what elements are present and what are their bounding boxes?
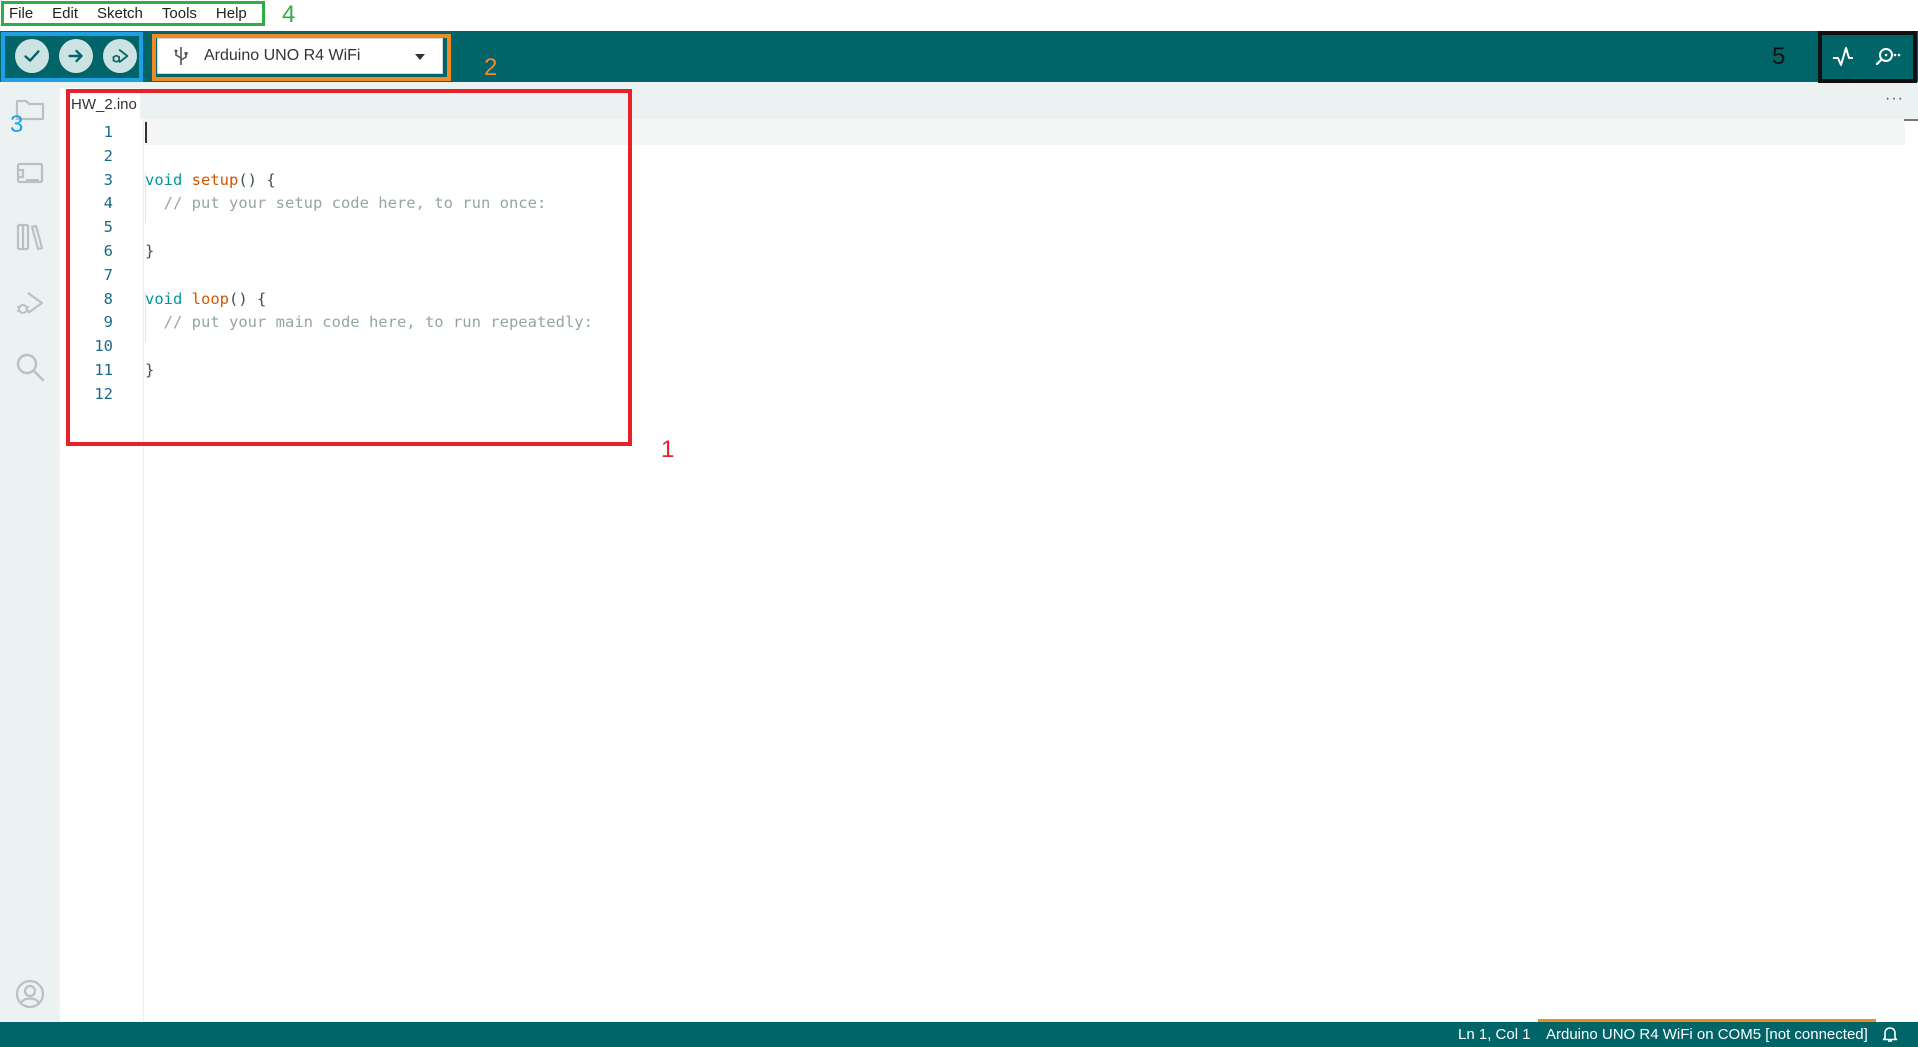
code-line[interactable]: 6} [60, 239, 1860, 263]
code-text: // put your main code here, to run repea… [145, 313, 593, 331]
line-number: 5 [103, 218, 113, 237]
code-token: // put your main code here, to run repea… [163, 313, 593, 332]
code-token: } [145, 361, 155, 379]
code-text: } [145, 242, 154, 260]
code-token: () { [229, 289, 267, 308]
usb-icon [174, 47, 188, 65]
status-bar: Ln 1, Col 1 Arduino UNO R4 WiFi on COM5 … [0, 1022, 1918, 1047]
code-text: void loop() { [145, 290, 266, 308]
code-text: // put your setup code here, to run once… [145, 194, 547, 213]
debug-icon [112, 48, 129, 64]
line-number: 9 [103, 313, 113, 332]
arrow-right-icon [68, 49, 83, 63]
line-number: 11 [94, 361, 113, 379]
code-token: setup [191, 170, 239, 189]
editor-tab-strip: HW_2.ino ··· [60, 82, 1918, 119]
line-number: 8 [103, 289, 113, 308]
toolbar: Arduino UNO R4 WiFi [0, 31, 1918, 82]
upload-button[interactable] [59, 39, 93, 73]
code-token: loop [191, 289, 229, 308]
line-number: 4 [103, 194, 113, 213]
verify-button[interactable] [15, 39, 49, 73]
debug-icon [17, 292, 44, 314]
line-number: 6 [103, 242, 113, 260]
cursor-position[interactable]: Ln 1, Col 1 [1458, 1026, 1531, 1043]
code-token: } [145, 242, 155, 260]
code-line[interactable]: 12 [60, 382, 1860, 406]
notification-bell-icon[interactable] [1881, 1025, 1899, 1043]
code-line[interactable]: 3 void setup() { [60, 168, 1860, 192]
debug-button[interactable] [103, 39, 137, 73]
code-text: void setup() { [145, 171, 276, 189]
annotation-label-5: 5 [1772, 43, 1786, 70]
scrollbar-marker[interactable] [1904, 119, 1918, 121]
check-icon [24, 50, 40, 62]
more-options-icon[interactable]: ··· [1885, 90, 1904, 108]
code-line[interactable]: 9 // put your main code here, to run rep… [60, 310, 1860, 334]
code-line[interactable]: 2 [60, 144, 1860, 168]
line-number: 2 [103, 146, 113, 165]
serial-plotter-icon [1833, 47, 1853, 66]
annotation-label-4: 4 [282, 1, 296, 28]
line-number: 12 [94, 384, 113, 403]
code-line[interactable]: 1 [60, 120, 1860, 144]
menu-tools[interactable]: Tools [162, 5, 197, 22]
line-number: 3 [103, 170, 113, 189]
menu-edit[interactable]: Edit [52, 5, 78, 22]
code-token: () { [238, 170, 276, 189]
menu-file[interactable]: File [9, 5, 33, 22]
library-icon [16, 223, 44, 251]
board-name: Arduino UNO R4 WiFi [204, 47, 361, 64]
line-number: 10 [94, 337, 113, 356]
menu-sketch[interactable]: Sketch [97, 5, 143, 22]
serial-monitor-icon [1875, 48, 1901, 66]
code-line[interactable]: 5 [60, 215, 1860, 239]
board-selector[interactable]: Arduino UNO R4 WiFi [157, 38, 443, 74]
code-token: void [145, 289, 183, 308]
annotation-label-1: 1 [661, 436, 675, 463]
annotation-label-2: 2 [484, 54, 498, 81]
code-line[interactable]: 7 [60, 263, 1860, 287]
board-status[interactable]: Arduino UNO R4 WiFi on COM5 [not connect… [1546, 1026, 1868, 1043]
code-text: } [145, 361, 154, 379]
account-icon [15, 979, 45, 1009]
code-token: void [145, 170, 183, 189]
debug-panel-button[interactable] [12, 286, 48, 322]
code-line[interactable]: 10 [60, 334, 1860, 358]
search-button[interactable] [12, 349, 48, 385]
code-line[interactable]: 8 void loop() { [60, 287, 1860, 311]
line-number: 1 [103, 123, 113, 141]
code-editor[interactable]: 1 2 3 void setup() {4 // put your setup cod… [60, 119, 1918, 1022]
account-button[interactable] [12, 976, 48, 1012]
chevron-down-icon [415, 54, 425, 60]
menu-items: File Edit Sketch Tools Help [1, 1, 265, 25]
boards-manager-button[interactable] [12, 154, 48, 190]
code-line[interactable]: 11} [60, 358, 1860, 382]
annotation-label-3: 3 [10, 111, 24, 138]
serial-monitor-button[interactable] [1872, 41, 1904, 73]
library-manager-button[interactable] [12, 219, 48, 255]
file-tab[interactable]: HW_2.ino [60, 88, 140, 119]
menu-help[interactable]: Help [216, 5, 247, 22]
search-icon [16, 353, 45, 382]
code-token: // put your setup code here, to run once… [163, 194, 547, 213]
line-number: 7 [103, 265, 113, 284]
activity-sidebar [0, 82, 60, 1022]
code-line[interactable]: 4 // put your setup code here, to run on… [60, 191, 1860, 215]
serial-plotter-button[interactable] [1827, 41, 1859, 73]
board-manager-icon [16, 162, 44, 184]
